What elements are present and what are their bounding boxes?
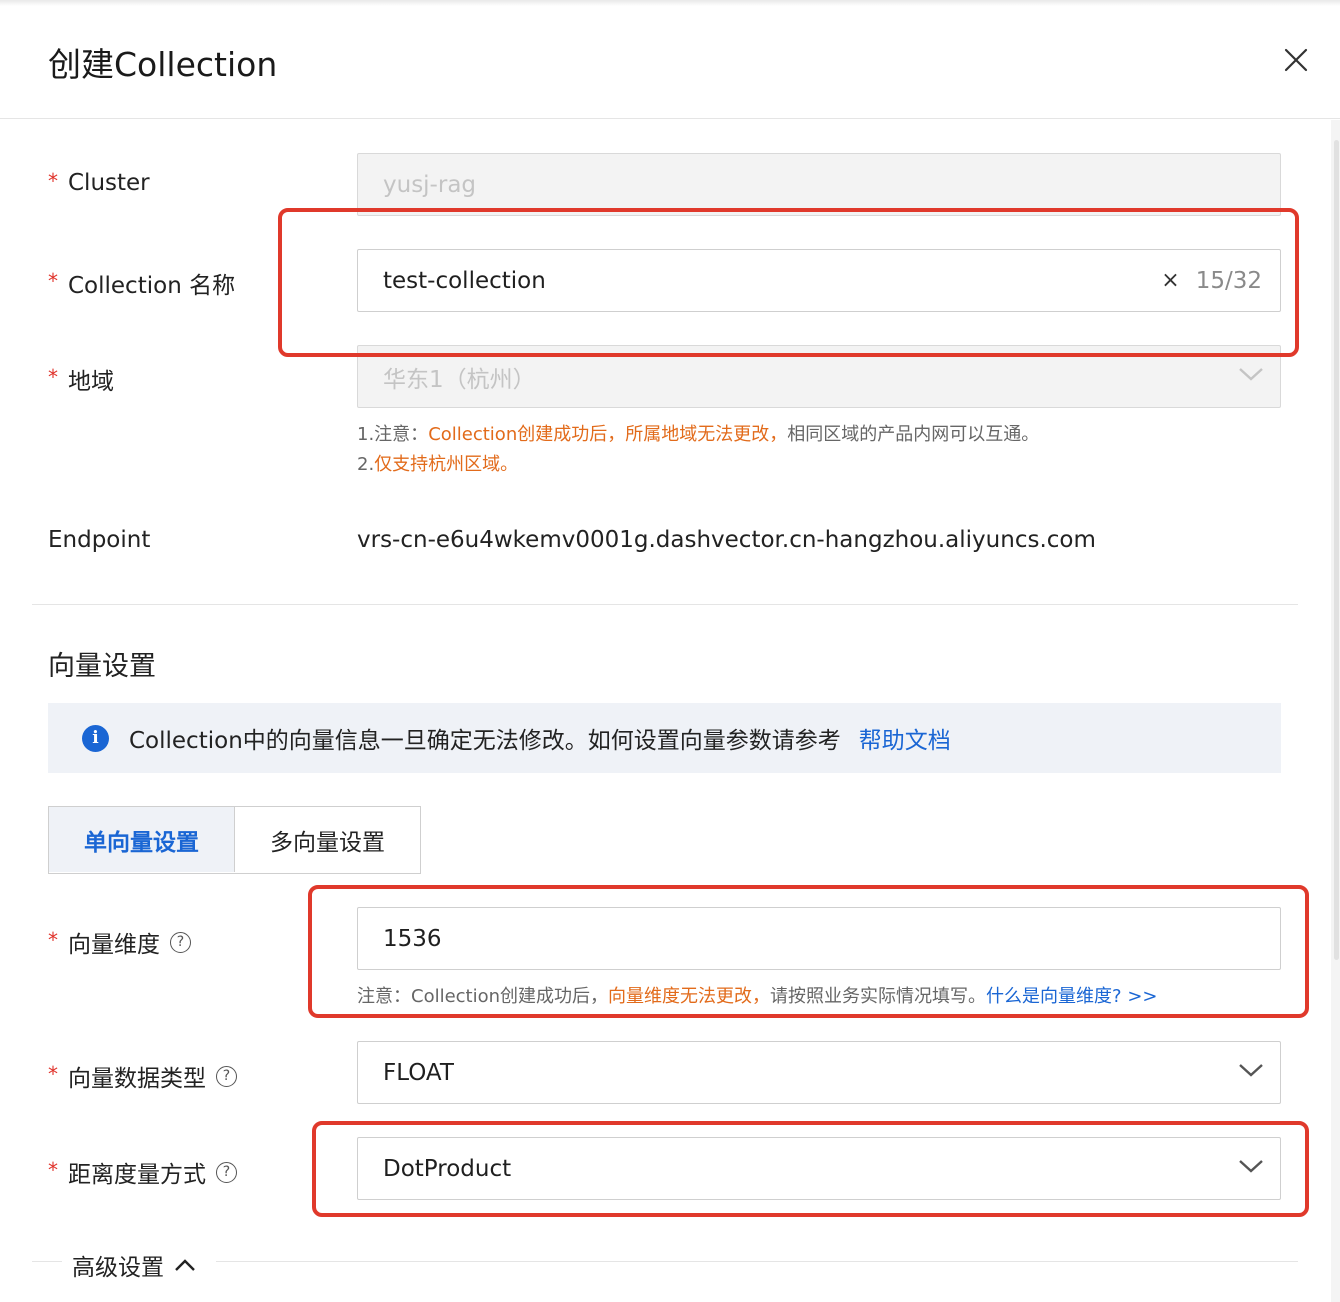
dimension-note: 注意：Collection创建成功后，向量维度无法更改，请按照业务实际情况填写。… [357, 982, 1158, 1008]
help-icon[interactable]: ? [170, 931, 191, 953]
note-text: 1.注意： [357, 424, 429, 445]
required-mark: * [48, 1062, 58, 1086]
info-icon: i [82, 724, 109, 752]
help-icon[interactable]: ? [216, 1065, 237, 1087]
cluster-input: yusj-rag [357, 153, 1281, 216]
metric-value: DotProduct [383, 1155, 512, 1182]
divider [32, 604, 1298, 605]
tab-multi-vector[interactable]: 多向量设置 [235, 807, 420, 872]
region-label-text: 地域 [68, 369, 114, 395]
dialog-header: 创建Collection [0, 0, 1340, 119]
chevron-up-icon [175, 1259, 195, 1271]
chevron-down-icon [1239, 368, 1263, 381]
data-type-value: FLOAT [383, 1059, 454, 1086]
data-type-label-text: 向量数据类型 [68, 1066, 206, 1092]
help-icon[interactable]: ? [216, 1161, 237, 1183]
metric-select[interactable]: DotProduct [357, 1137, 1281, 1200]
divider [216, 1261, 1298, 1262]
cluster-label-text: Cluster [68, 170, 150, 196]
required-mark: * [48, 269, 58, 293]
char-counter: 15/32 [1195, 267, 1262, 294]
dimension-label: * 向量维度 ? [48, 925, 191, 959]
note-text: 2. [357, 454, 375, 475]
required-mark: * [48, 365, 58, 389]
data-type-select[interactable]: FLOAT [357, 1041, 1281, 1104]
required-mark: * [48, 1158, 58, 1182]
help-doc-link[interactable]: 帮助文档 [859, 721, 951, 755]
scrollbar-thumb[interactable] [1334, 140, 1339, 960]
vector-tabs: 单向量设置 多向量设置 [48, 806, 421, 874]
endpoint-label: Endpoint [48, 527, 151, 553]
info-text: Collection中的向量信息一旦确定无法修改。如何设置向量参数请参考 [129, 728, 841, 754]
dimension-input[interactable]: 1536 [357, 907, 1281, 970]
region-label: * 地域 [48, 362, 114, 396]
required-mark: * [48, 169, 58, 193]
chevron-down-icon[interactable] [1238, 1158, 1264, 1174]
section-title-vector: 向量设置 [48, 651, 156, 682]
note-text: 注意：Collection创建成功后， [357, 986, 609, 1007]
note-warning: Collection创建成功后，所属地域无法更改， [428, 424, 788, 445]
tab-single-vector[interactable]: 单向量设置 [49, 807, 235, 872]
dimension-help-link[interactable]: 什么是向量维度? >> [986, 986, 1157, 1007]
note-text: 相同区域的产品内网可以互通。 [787, 424, 1040, 445]
collection-name-input[interactable]: test-collection × 15/32 [357, 249, 1281, 312]
note-warning: 仅支持杭州区域。 [374, 454, 519, 475]
region-note-1: 1.注意：Collection创建成功后，所属地域无法更改，相同区域的产品内网可… [357, 420, 1039, 446]
advanced-settings-label: 高级设置 [72, 1255, 164, 1281]
collection-name-label: * Collection 名称 [48, 266, 235, 300]
note-warning: 向量维度无法更改， [608, 986, 771, 1007]
cluster-value: yusj-rag [383, 171, 477, 198]
close-button[interactable] [1280, 44, 1312, 76]
dialog-title: 创建Collection [48, 45, 278, 84]
metric-label-text: 距离度量方式 [68, 1162, 206, 1188]
region-note-2: 2.仅支持杭州区域。 [357, 450, 518, 476]
chevron-down-icon[interactable] [1238, 1062, 1264, 1078]
required-mark: * [48, 928, 58, 952]
endpoint-value: vrs-cn-e6u4wkemv0001g.dashvector.cn-hang… [357, 527, 1096, 553]
note-text: 请按照业务实际情况填写。 [770, 986, 987, 1007]
dimension-label-text: 向量维度 [68, 932, 160, 958]
advanced-settings-toggle[interactable]: 高级设置 [72, 1248, 196, 1282]
collection-name-label-text: Collection 名称 [68, 273, 236, 299]
collection-name-value[interactable]: test-collection [383, 268, 1161, 294]
metric-label: * 距离度量方式 ? [48, 1155, 237, 1189]
data-type-label: * 向量数据类型 ? [48, 1059, 237, 1093]
clear-icon[interactable]: × [1161, 268, 1179, 293]
divider [32, 1261, 62, 1262]
region-select: 华东1（杭州） [357, 345, 1281, 408]
region-value: 华东1（杭州） [383, 366, 536, 393]
cluster-label: * Cluster [48, 169, 150, 196]
dimension-value[interactable]: 1536 [383, 926, 1280, 952]
info-alert: i Collection中的向量信息一旦确定无法修改。如何设置向量参数请参考 帮… [48, 703, 1281, 773]
close-icon [1284, 48, 1308, 72]
